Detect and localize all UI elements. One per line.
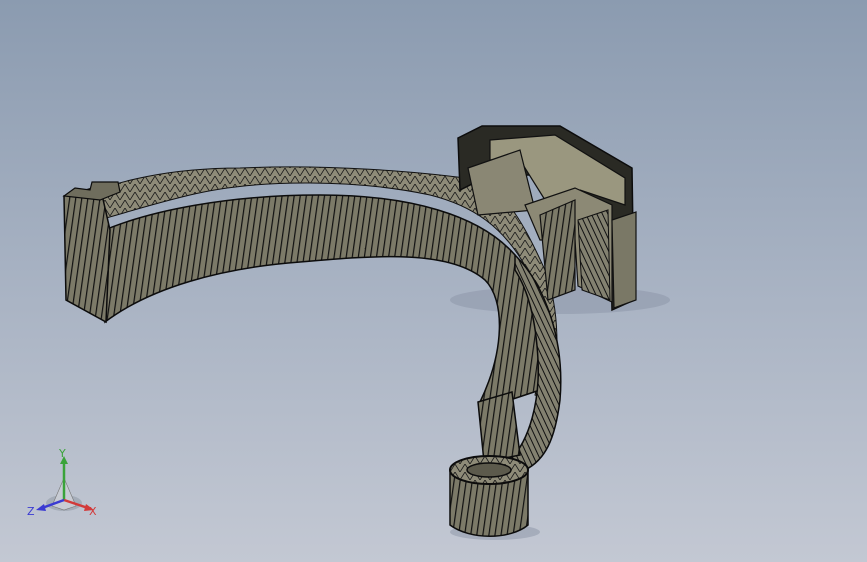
- clip-3d-model[interactable]: [0, 0, 867, 562]
- view-triad[interactable]: Y X Z: [22, 448, 112, 528]
- axis-z-label: Z: [27, 505, 35, 518]
- axis-x-label: X: [89, 505, 97, 518]
- left-end-block: [63, 185, 111, 324]
- stem: [477, 391, 521, 463]
- graphics-viewport[interactable]: Y X Z: [0, 0, 867, 562]
- triad-axes-icon: [36, 456, 94, 511]
- axis-y-label: Y: [59, 447, 66, 460]
